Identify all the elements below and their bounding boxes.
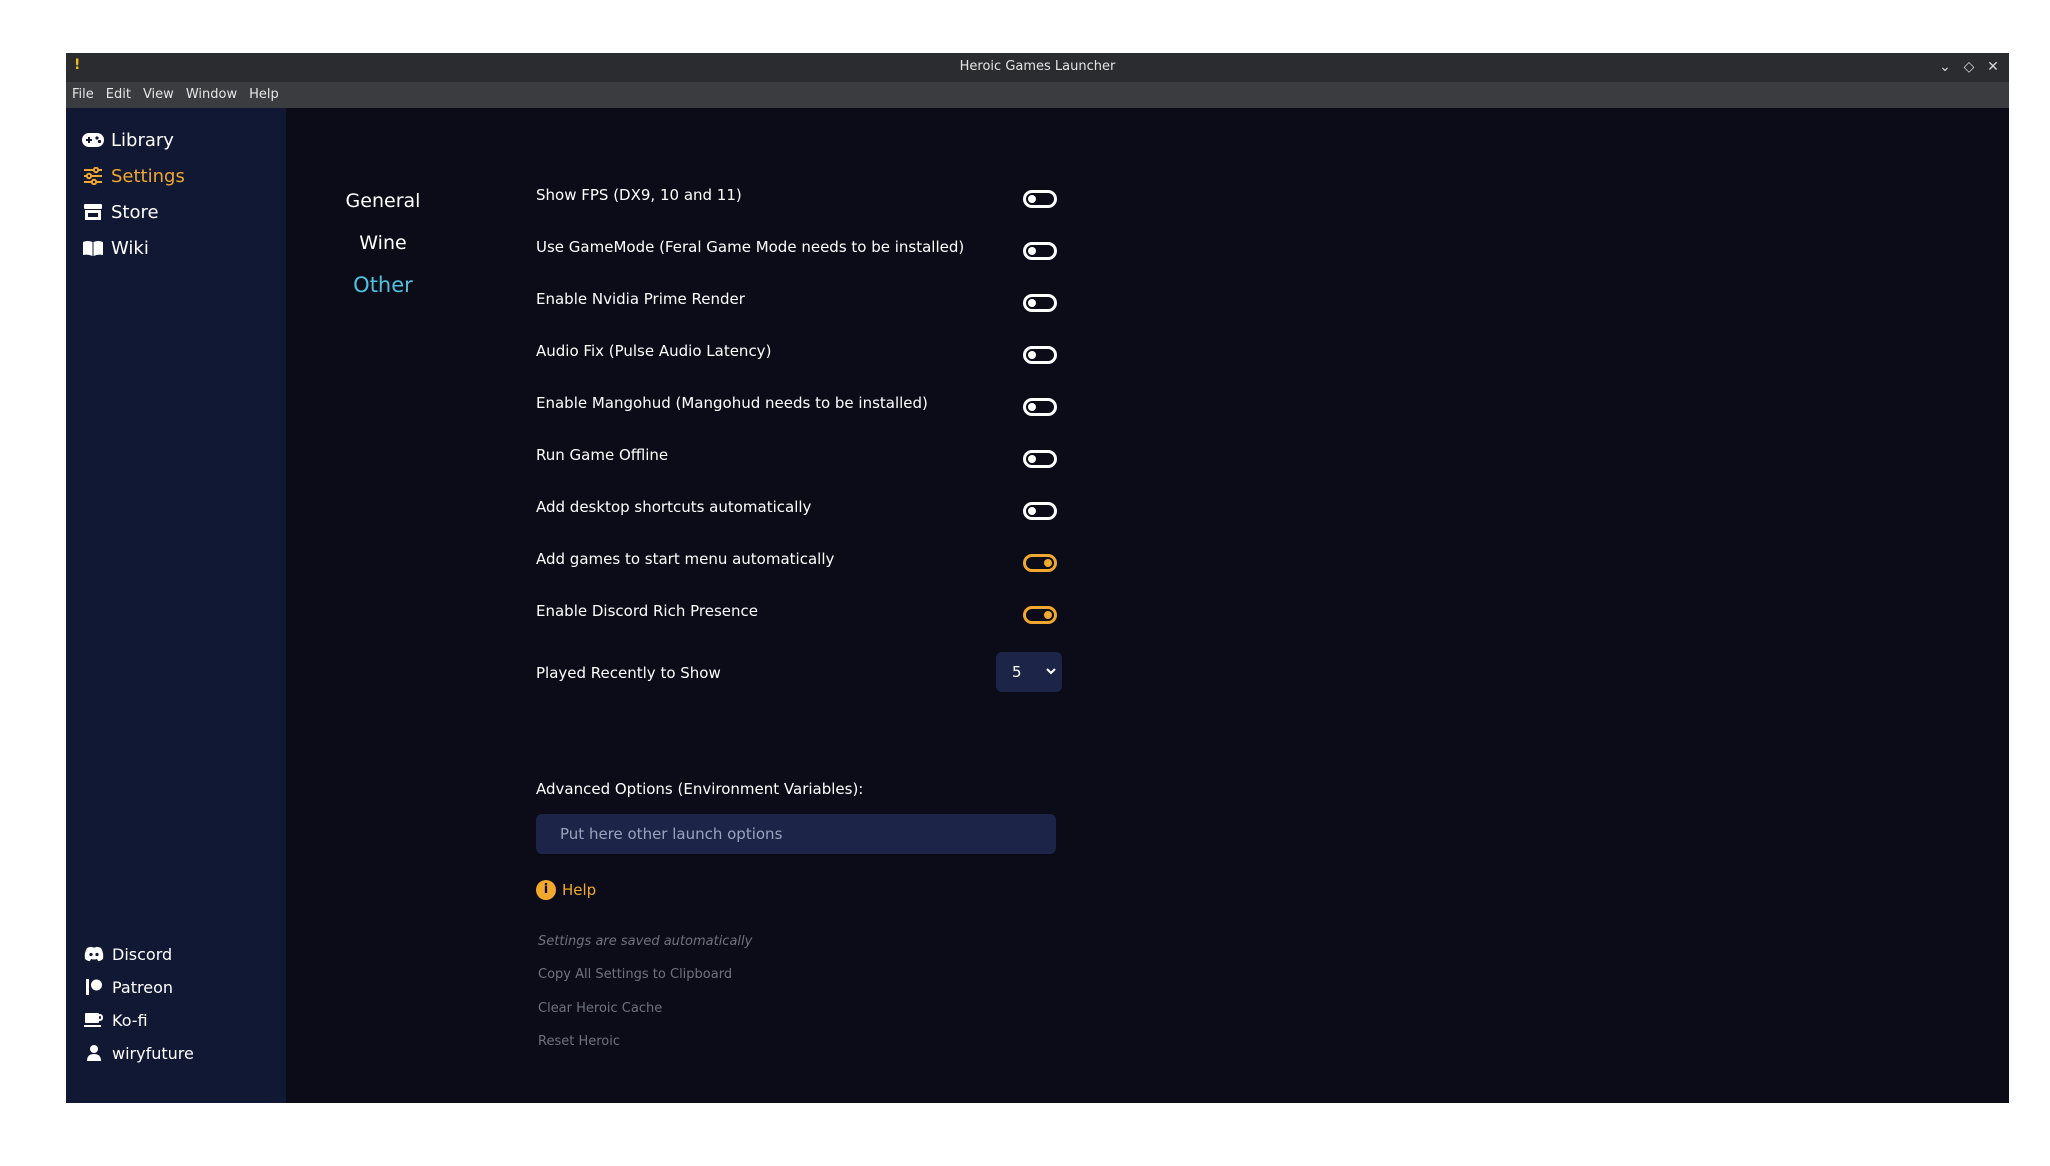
tab-other[interactable]: Other bbox=[308, 273, 458, 297]
reset-heroic-button[interactable]: Reset Heroic bbox=[538, 1034, 620, 1049]
patreon-icon bbox=[84, 977, 104, 997]
option-label-discord-rpc: Enable Discord Rich Presence bbox=[536, 602, 758, 620]
discord-icon bbox=[84, 944, 104, 964]
help-label: Help bbox=[562, 881, 597, 899]
toggle-knob bbox=[1044, 611, 1052, 619]
toggle-knob bbox=[1028, 299, 1036, 307]
played-recently-select[interactable]: 5 bbox=[996, 652, 1062, 692]
clear-cache-button[interactable]: Clear Heroic Cache bbox=[538, 1001, 662, 1016]
maximize-icon[interactable]: ◇ bbox=[1958, 56, 1980, 78]
option-label-show-fps: Show FPS (DX9, 10 and 11) bbox=[536, 186, 742, 204]
toggle-knob bbox=[1044, 559, 1052, 567]
toggle-knob bbox=[1028, 195, 1036, 203]
sidebar-item-user[interactable]: wiryfuture bbox=[84, 1043, 194, 1063]
sidebar-item-label: Store bbox=[111, 201, 159, 223]
sidebar-item-label: Settings bbox=[111, 165, 185, 187]
toggle-knob bbox=[1028, 247, 1036, 255]
sidebar-item-label: Discord bbox=[112, 944, 173, 964]
app-window: ! Heroic Games Launcher ⌄ ◇ ✕ File Edit … bbox=[66, 53, 2009, 1103]
settings-content: General Wine Other Show FPS (DX9, 10 and… bbox=[286, 108, 2009, 1103]
toggle-knob bbox=[1028, 507, 1036, 515]
sidebar-item-label: wiryfuture bbox=[112, 1043, 194, 1063]
toggle-knob bbox=[1028, 455, 1036, 463]
launch-options-input[interactable] bbox=[536, 814, 1056, 854]
toggle-offline[interactable] bbox=[1023, 450, 1057, 468]
chevron-down-icon bbox=[1044, 661, 1058, 685]
help-link[interactable]: i Help bbox=[536, 880, 596, 900]
sidebar: Library Settings Store Wiki Discord Patr… bbox=[66, 108, 286, 1103]
option-label-offline: Run Game Offline bbox=[536, 446, 669, 464]
gamepad-icon bbox=[82, 129, 104, 151]
toggle-audio-fix[interactable] bbox=[1023, 346, 1057, 364]
tab-wine[interactable]: Wine bbox=[308, 232, 458, 254]
toggle-desktop-shortcuts[interactable] bbox=[1023, 502, 1057, 520]
toggle-gamemode[interactable] bbox=[1023, 242, 1057, 260]
book-icon bbox=[82, 237, 104, 259]
menu-window[interactable]: Window bbox=[186, 87, 237, 102]
copy-settings-button[interactable]: Copy All Settings to Clipboard bbox=[538, 967, 732, 982]
settings-saved-note: Settings are saved automatically bbox=[538, 934, 753, 949]
option-label-mangohud: Enable Mangohud (Mangohud needs to be in… bbox=[536, 394, 928, 412]
store-icon bbox=[82, 201, 104, 223]
tab-general[interactable]: General bbox=[308, 190, 458, 212]
toggle-nvidia-prime[interactable] bbox=[1023, 294, 1057, 312]
sidebar-item-kofi[interactable]: Ko-fi bbox=[84, 1010, 148, 1030]
menu-bar: File Edit View Window Help bbox=[66, 82, 2009, 108]
close-icon[interactable]: ✕ bbox=[1982, 56, 2004, 78]
sidebar-item-store[interactable]: Store bbox=[82, 201, 159, 223]
sidebar-item-label: Library bbox=[111, 129, 174, 151]
toggle-mangohud[interactable] bbox=[1023, 398, 1057, 416]
window-title: Heroic Games Launcher bbox=[959, 59, 1116, 74]
option-label-audio-fix: Audio Fix (Pulse Audio Latency) bbox=[536, 342, 772, 360]
menu-edit[interactable]: Edit bbox=[106, 87, 131, 102]
option-label-desktop-shortcuts: Add desktop shortcuts automatically bbox=[536, 498, 812, 516]
toggle-discord-rpc[interactable] bbox=[1023, 606, 1057, 624]
sidebar-item-label: Patreon bbox=[112, 977, 174, 997]
toggle-show-fps[interactable] bbox=[1023, 190, 1057, 208]
toggle-start-menu[interactable] bbox=[1023, 554, 1057, 572]
sidebar-item-wiki[interactable]: Wiki bbox=[82, 237, 149, 259]
sidebar-item-library[interactable]: Library bbox=[82, 129, 174, 151]
sidebar-item-patreon[interactable]: Patreon bbox=[84, 977, 173, 997]
sidebar-item-label: Ko-fi bbox=[112, 1010, 148, 1030]
kofi-cup-icon bbox=[84, 1010, 104, 1030]
user-icon bbox=[84, 1043, 104, 1063]
menu-view[interactable]: View bbox=[143, 87, 174, 102]
played-recently-label: Played Recently to Show bbox=[536, 664, 721, 682]
sliders-icon bbox=[82, 165, 104, 187]
title-bar: ! Heroic Games Launcher ⌄ ◇ ✕ bbox=[66, 53, 2009, 82]
menu-help[interactable]: Help bbox=[249, 87, 279, 102]
played-recently-value: 5 bbox=[1012, 663, 1022, 681]
sidebar-item-settings[interactable]: Settings bbox=[82, 165, 185, 187]
toggle-knob bbox=[1028, 351, 1036, 359]
option-label-nvidia-prime: Enable Nvidia Prime Render bbox=[536, 290, 745, 308]
option-label-gamemode: Use GameMode (Feral Game Mode needs to b… bbox=[536, 238, 965, 256]
option-label-start-menu: Add games to start menu automatically bbox=[536, 550, 835, 568]
minimize-icon[interactable]: ⌄ bbox=[1934, 56, 1956, 78]
toggle-knob bbox=[1028, 403, 1036, 411]
advanced-options-label: Advanced Options (Environment Variables)… bbox=[536, 780, 864, 798]
sidebar-item-label: Wiki bbox=[111, 237, 149, 259]
menu-file[interactable]: File bbox=[72, 87, 94, 102]
info-icon: i bbox=[536, 880, 556, 900]
sidebar-item-discord[interactable]: Discord bbox=[84, 944, 172, 964]
